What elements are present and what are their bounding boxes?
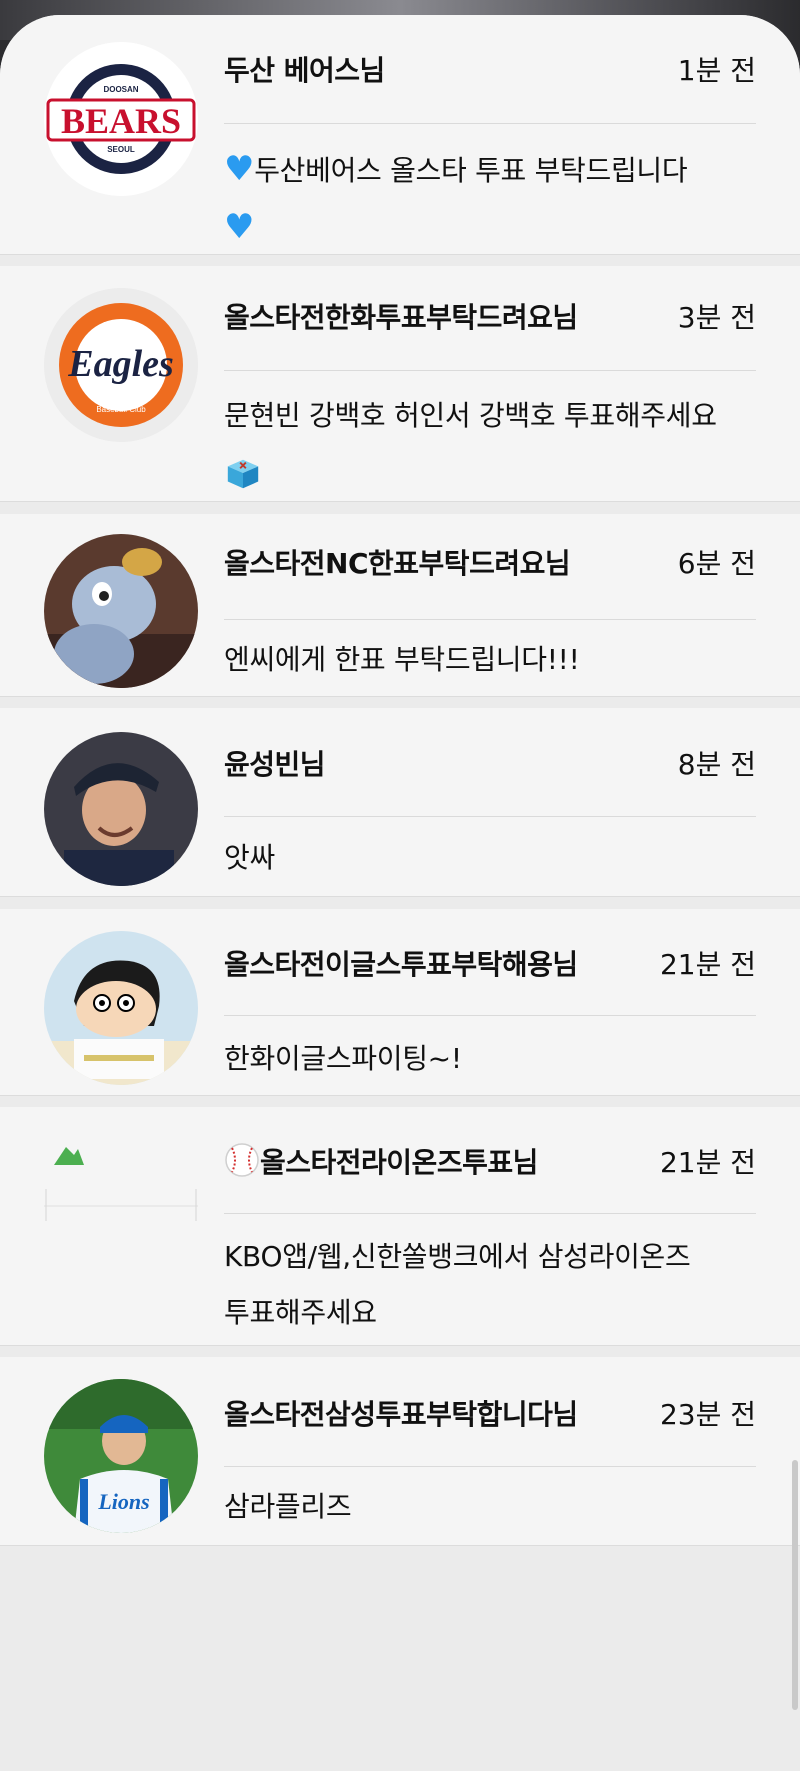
svg-text:DOOSAN: DOOSAN (103, 85, 138, 94)
avatar[interactable]: Lions (44, 1379, 198, 1533)
separator (0, 502, 800, 514)
comment-item[interactable]: HANWHA Eagles Baseball Club 올스타전한화투표부탁드려… (0, 266, 800, 502)
ballot-box-icon (227, 459, 259, 489)
comment-author[interactable]: 두산 베어스님 (224, 49, 385, 89)
comment-time: 21분 전 (659, 948, 756, 981)
eagles-main-text: Eagles (67, 343, 174, 385)
comment-time: 21분 전 (659, 1146, 756, 1179)
scrollbar[interactable] (792, 1460, 798, 1710)
comment-author[interactable]: 올스타전한화투표부탁드려요님 (224, 296, 578, 336)
comment-item[interactable]: 올스타전라이온즈투표님 21분 전 KBO앱/웹,신한쏠뱅크에서 삼성라이온즈 … (0, 1107, 800, 1346)
svg-text:SEOUL: SEOUL (107, 145, 135, 154)
cartoon-character (44, 931, 198, 1085)
comment-author[interactable]: 올스타전삼성투표부탁합니다님 (224, 1393, 578, 1433)
divider (224, 619, 756, 620)
bears-main-text: BEARS (61, 101, 181, 141)
person-photo (44, 732, 198, 886)
baseball-icon (225, 1143, 259, 1177)
hanwha-eagles-logo: HANWHA Eagles Baseball Club (44, 288, 198, 442)
broken-image-icon (44, 1129, 198, 1283)
comment-item[interactable]: 윤성빈님 8분 전 앗싸 (0, 708, 800, 897)
comment-message: 앗싸 (224, 841, 275, 874)
comment-time: 6분 전 (677, 547, 756, 580)
comment-author[interactable]: 올스타전라이온즈투표님 (224, 1141, 538, 1181)
blue-heart-icon: ♥ (224, 149, 255, 189)
comment-message: 엔씨에게 한표 부탁드립니다!!! (224, 643, 580, 676)
comment-message: 한화이글스파이팅~! (224, 1042, 462, 1075)
divider (224, 1466, 756, 1467)
comment-message: KBO앱/웹,신한쏠뱅크에서 삼성라이온즈 투표해주세요 (224, 1240, 691, 1329)
comment-message: 삼라플리즈 (224, 1490, 352, 1523)
separator (0, 1346, 800, 1357)
samsung-lions-player-photo: Lions (44, 1379, 198, 1533)
comment-message: 문현빈 강백호 허인서 강백호 투표해주세요 (224, 388, 764, 500)
divider (224, 1213, 756, 1214)
avatar[interactable] (44, 534, 198, 688)
svg-text:HANWHA: HANWHA (103, 321, 139, 330)
comment-author[interactable]: 올스타전NC한표부탁드려요님 (224, 542, 571, 582)
comments-sheet: BEARS DOOSAN SEOUL 두산 베어스님 1분 전 ♥두산베어스 올… (0, 15, 800, 1771)
avatar[interactable]: HANWHA Eagles Baseball Club (44, 288, 198, 442)
comment-item[interactable]: BEARS DOOSAN SEOUL 두산 베어스님 1분 전 ♥두산베어스 올… (0, 15, 800, 255)
doosan-bears-logo: BEARS DOOSAN SEOUL (44, 42, 198, 196)
comment-time: 1분 전 (677, 54, 756, 87)
svg-text:Lions: Lions (97, 1489, 149, 1514)
avatar[interactable] (44, 732, 198, 886)
svg-text:Baseball Club: Baseball Club (96, 405, 146, 414)
separator (0, 1546, 800, 1771)
comment-message: ♥두산베어스 올스타 투표 부탁드립니다 ♥ (224, 149, 688, 247)
comment-item[interactable]: Lions 올스타전삼성투표부탁합니다님 23분 전 삼라플리즈 (0, 1357, 800, 1546)
separator (0, 897, 800, 909)
avatar[interactable]: BEARS DOOSAN SEOUL (44, 42, 198, 196)
comment-author[interactable]: 윤성빈님 (224, 743, 326, 783)
nc-dinos-mascot-photo (44, 534, 198, 688)
comment-author[interactable]: 올스타전이글스투표부탁해용님 (224, 943, 578, 983)
comment-item[interactable]: 올스타전이글스투표부탁해용님 21분 전 한화이글스파이팅~! (0, 909, 800, 1096)
divider (224, 370, 756, 371)
separator (0, 697, 800, 708)
comment-time: 3분 전 (677, 301, 756, 334)
separator (0, 255, 800, 266)
divider (224, 1015, 756, 1016)
comment-time: 8분 전 (677, 748, 756, 781)
divider (224, 123, 756, 124)
separator (0, 1096, 800, 1107)
divider (224, 816, 756, 817)
avatar[interactable] (44, 1129, 198, 1283)
comment-item[interactable]: 올스타전NC한표부탁드려요님 6분 전 엔씨에게 한표 부탁드립니다!!! (0, 514, 800, 697)
blue-heart-icon: ♥ (224, 207, 255, 247)
avatar[interactable] (44, 931, 198, 1085)
comment-time: 23분 전 (659, 1398, 756, 1431)
